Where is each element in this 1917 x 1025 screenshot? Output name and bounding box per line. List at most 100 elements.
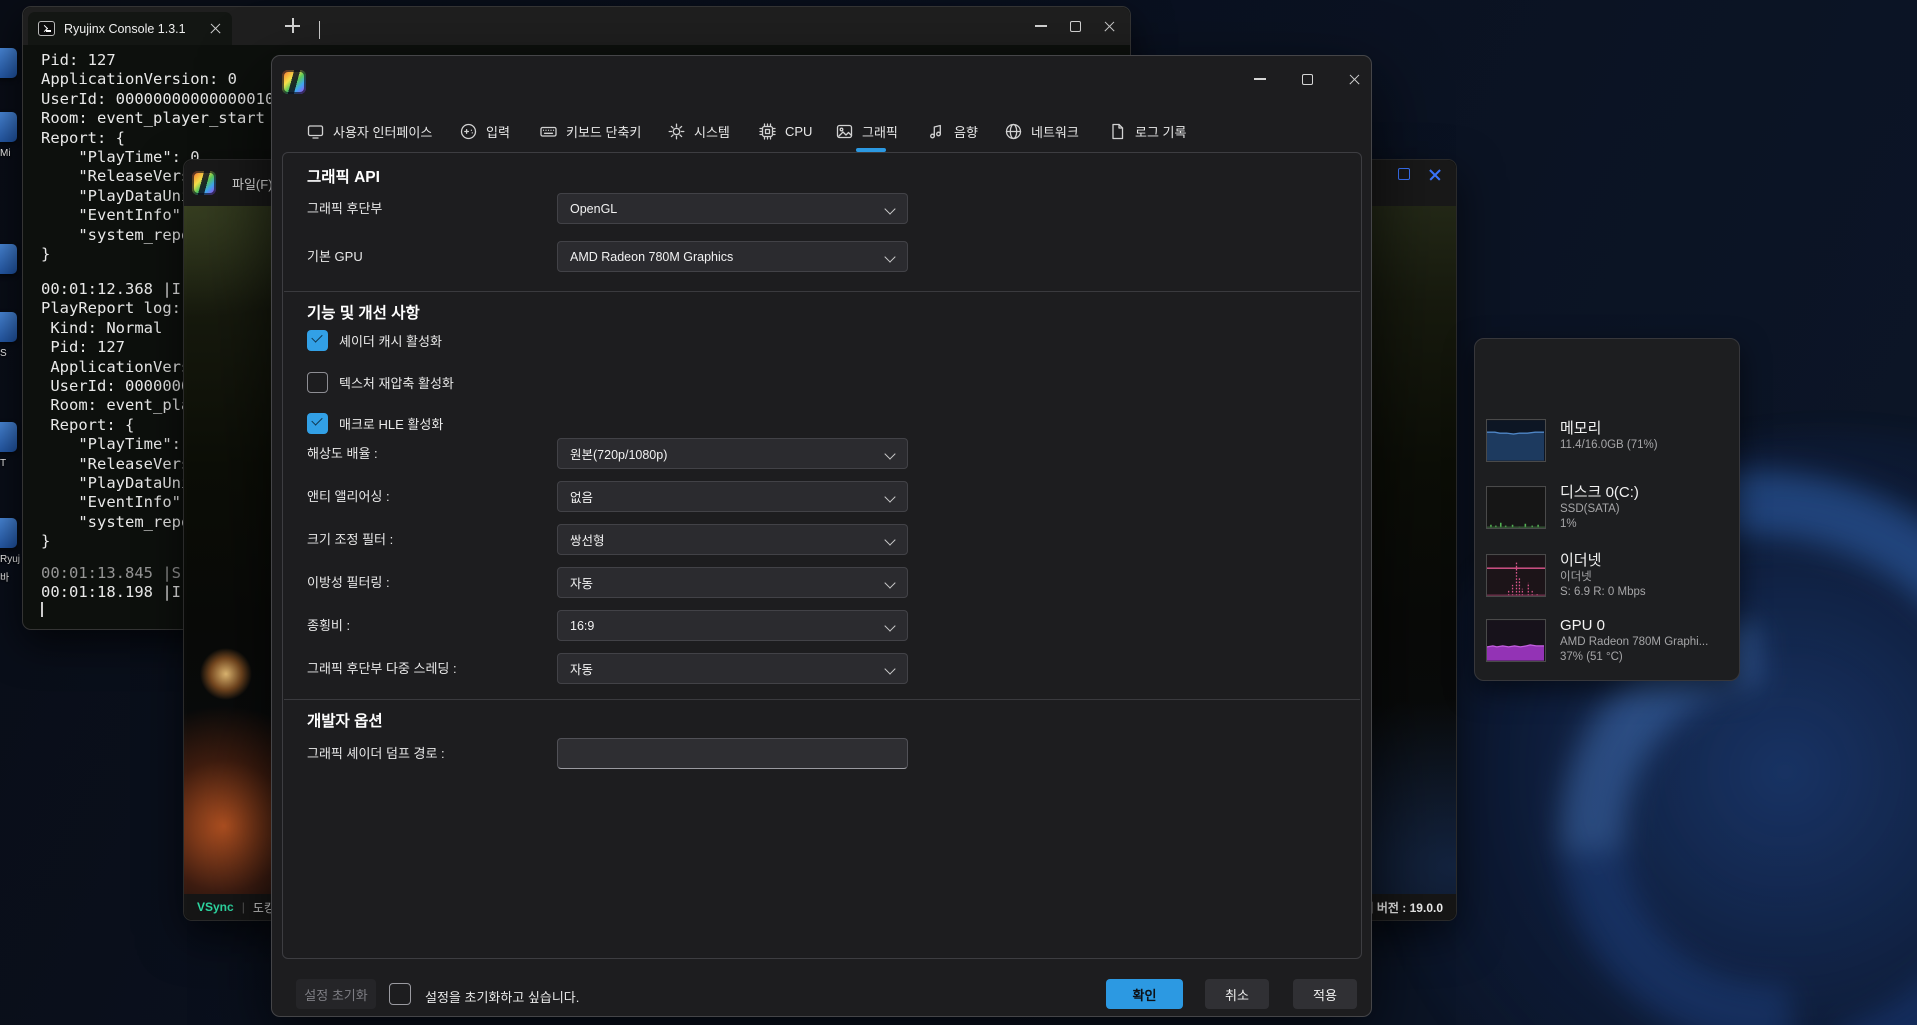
tab-system[interactable]: 시스템 — [668, 113, 730, 149]
setting-label: 앤티 앨리어싱 : — [307, 481, 390, 512]
active-tab-indicator — [856, 148, 886, 152]
tab-user-interface[interactable]: 사용자 인터페이스 — [307, 113, 432, 149]
tab-dropdown-icon[interactable] — [319, 21, 320, 39]
checkbox-checked-icon — [307, 413, 328, 434]
console-line: UserId: 0000000 — [41, 377, 200, 396]
desktop-icon[interactable] — [0, 312, 17, 342]
ok-button[interactable]: 확인 — [1106, 979, 1183, 1009]
minimize-button[interactable] — [1026, 11, 1056, 41]
tab-input[interactable]: 입력 — [460, 113, 510, 149]
tab-label: 음향 — [954, 122, 978, 141]
ryujinx-logo-icon — [192, 171, 216, 195]
macro-hle-checkbox[interactable]: 매크로 HLE 활성화 — [307, 412, 443, 434]
close-button[interactable] — [1094, 11, 1124, 41]
terminal-cursor — [41, 602, 43, 617]
aspect-ratio-select[interactable]: 16:9 — [557, 610, 908, 641]
setting-label: 종횡비 : — [307, 610, 350, 641]
console-line: Pid: 127 — [41, 338, 200, 357]
tab-logging[interactable]: 로그 기록 — [1109, 113, 1186, 149]
divider — [284, 699, 1360, 700]
terminal-tab-title: Ryujinx Console 1.3.1 — [64, 22, 200, 36]
maximize-button[interactable] — [1060, 11, 1090, 41]
checkbox-label: 셰이더 캐시 활성화 — [339, 331, 442, 350]
vsync-toggle[interactable]: VSync — [197, 900, 234, 914]
taskmgr-detail: SSD(SATA) — [1560, 502, 1639, 517]
chevron-down-icon — [884, 251, 895, 262]
texture-recompression-checkbox[interactable]: 텍스처 재압축 활성화 — [307, 371, 454, 393]
taskmgr-detail: 1% — [1560, 517, 1639, 532]
checkbox-unchecked-icon — [307, 372, 328, 393]
chevron-down-icon — [884, 491, 895, 502]
monitor-icon — [307, 123, 324, 140]
terminal-titlebar[interactable]: Ryujinx Console 1.3.1 — [23, 7, 1130, 45]
ryujinx-logo-icon — [282, 70, 306, 94]
reset-settings-button[interactable]: 설정 초기화 — [296, 979, 376, 1009]
scaling-filter-select[interactable]: 쌍선형 — [557, 524, 908, 555]
tab-label: 사용자 인터페이스 — [333, 122, 432, 141]
chevron-down-icon — [884, 577, 895, 588]
checkbox-label: 매크로 HLE 활성화 — [339, 414, 443, 433]
image-icon — [836, 123, 853, 140]
desktop-icon[interactable] — [0, 244, 17, 274]
taskmgr-row-gpu[interactable]: GPU 0 AMD Radeon 780M Graphi... 37% (51 … — [1478, 610, 1736, 671]
new-tab-button[interactable] — [285, 18, 301, 34]
console-line: "ReleaseVersi — [41, 455, 200, 474]
console-line: Room: event_player_start — [41, 109, 274, 128]
dialog-close-button[interactable] — [1339, 64, 1369, 94]
tab-audio[interactable]: 음향 — [928, 113, 978, 149]
taskmgr-title: GPU 0 — [1560, 616, 1708, 635]
desktop-icon[interactable] — [0, 422, 17, 452]
anisotropic-filtering-select[interactable]: 자동 — [557, 567, 908, 598]
note-icon — [928, 123, 945, 140]
preferred-gpu-select[interactable]: AMD Radeon 780M Graphics — [557, 241, 908, 272]
setting-label: 기본 GPU — [307, 241, 363, 272]
taskmgr-row-ethernet[interactable]: 이더넷 이더넷 S: 6.9 R: 0 Mbps — [1478, 545, 1736, 606]
taskmgr-title: 메모리 — [1560, 419, 1658, 438]
tab-graphics[interactable]: 그래픽 — [836, 113, 898, 149]
console-line: PlayReport log: — [41, 299, 200, 318]
confirm-reset-checkbox[interactable] — [389, 983, 411, 1005]
select-value: 16:9 — [570, 619, 594, 633]
chevron-down-icon — [884, 534, 895, 545]
console-line: 00:01:18.198 |I| — [41, 583, 190, 602]
checkbox-label: 텍스처 재압축 활성화 — [339, 373, 454, 392]
tab-label: CPU — [785, 124, 812, 139]
shader-dump-path-input[interactable] — [557, 738, 908, 769]
taskmgr-detail: 11.4/16.0GB (71%) — [1560, 438, 1658, 453]
console-line: Report: { — [41, 129, 274, 148]
graphics-backend-select[interactable]: OpenGL — [557, 193, 908, 224]
taskmgr-row-disk[interactable]: 디스크 0(C:) SSD(SATA) 1% — [1478, 477, 1736, 538]
tab-network[interactable]: 네트워크 — [1005, 113, 1079, 149]
ethernet-graph-icon — [1486, 554, 1546, 597]
setting-label: 그래픽 셰이더 덤프 경로 : — [307, 738, 445, 769]
desktop-icon[interactable] — [0, 48, 17, 78]
dialog-maximize-button[interactable] — [1292, 64, 1322, 94]
console-line: 00:01:12.368 |I| — [41, 280, 200, 299]
chevron-down-icon — [884, 448, 895, 459]
game-maximize-icon[interactable] — [1398, 168, 1410, 180]
desktop-icon[interactable] — [0, 518, 17, 548]
resolution-scale-select[interactable]: 원본(720p/1080p) — [557, 438, 908, 469]
tab-label: 시스템 — [694, 122, 730, 141]
taskmgr-row-memory[interactable]: 메모리 11.4/16.0GB (71%) — [1478, 413, 1736, 468]
tab-label: 입력 — [486, 122, 510, 141]
settings-dialog: 사용자 인터페이스 입력 키보드 단축키 시스템 CPU 그래픽 음향 네트워 — [271, 55, 1372, 1017]
apply-button[interactable]: 적용 — [1293, 979, 1357, 1009]
anti-aliasing-select[interactable]: 없음 — [557, 481, 908, 512]
shader-cache-checkbox[interactable]: 셰이더 캐시 활성화 — [307, 329, 442, 351]
tab-close-icon[interactable] — [209, 22, 222, 35]
backend-multithreading-select[interactable]: 자동 — [557, 653, 908, 684]
game-close-icon[interactable] — [1428, 168, 1442, 182]
tab-hotkeys[interactable]: 키보드 단축키 — [540, 113, 641, 149]
desktop-icon[interactable] — [0, 112, 17, 142]
console-line: Room: event_play — [41, 396, 200, 415]
tab-cpu[interactable]: CPU — [759, 113, 812, 149]
terminal-tab[interactable]: Ryujinx Console 1.3.1 — [28, 12, 232, 45]
menu-file[interactable]: 파일(F) — [232, 174, 273, 193]
cancel-button[interactable]: 취소 — [1205, 979, 1269, 1009]
taskmgr-detail: 37% (51 °C) — [1560, 650, 1708, 665]
tab-label: 로그 기록 — [1135, 122, 1186, 141]
tab-label: 그래픽 — [862, 122, 898, 141]
select-value: 원본(720p/1080p) — [570, 444, 667, 463]
dialog-minimize-button[interactable] — [1245, 64, 1275, 94]
